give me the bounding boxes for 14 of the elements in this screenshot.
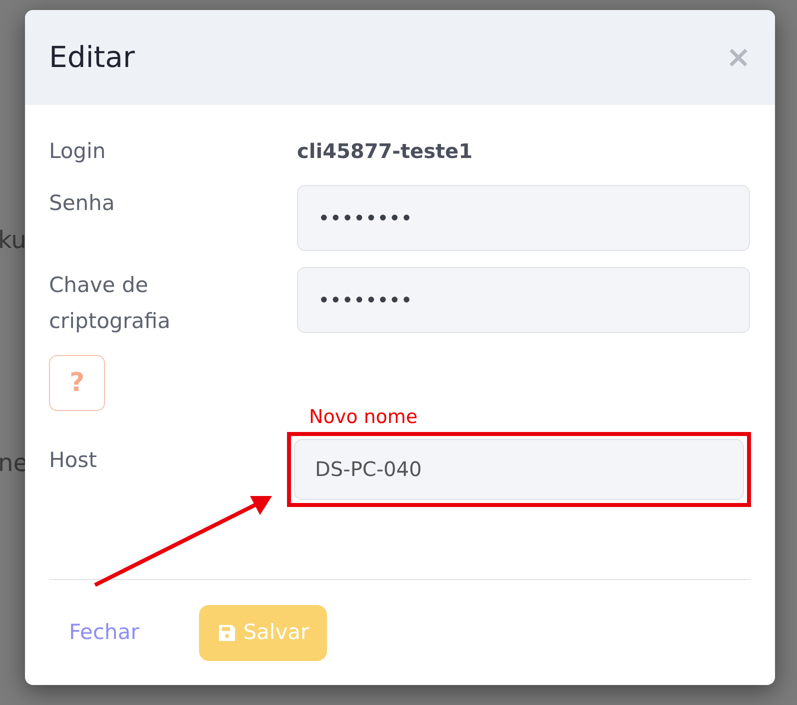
help-button[interactable]: ? — [49, 355, 105, 411]
close-link[interactable]: Fechar — [49, 605, 160, 660]
annotation-text: Novo nome — [308, 405, 418, 430]
login-value: cli45877-teste1 — [297, 138, 473, 165]
close-button[interactable]: × — [726, 42, 751, 72]
field-label: Chave de criptografia — [49, 272, 172, 335]
password-field[interactable]: •••••••• — [297, 267, 750, 333]
field-label: Senha — [49, 190, 116, 217]
host-field[interactable]: DS-PC-040 — [294, 438, 744, 500]
modal-title: Editar — [49, 38, 135, 76]
page-text: ku — [0, 225, 26, 256]
field-label: Host — [49, 446, 98, 474]
password-field[interactable]: •••••••• — [297, 185, 750, 251]
field-label: Login — [49, 138, 107, 165]
